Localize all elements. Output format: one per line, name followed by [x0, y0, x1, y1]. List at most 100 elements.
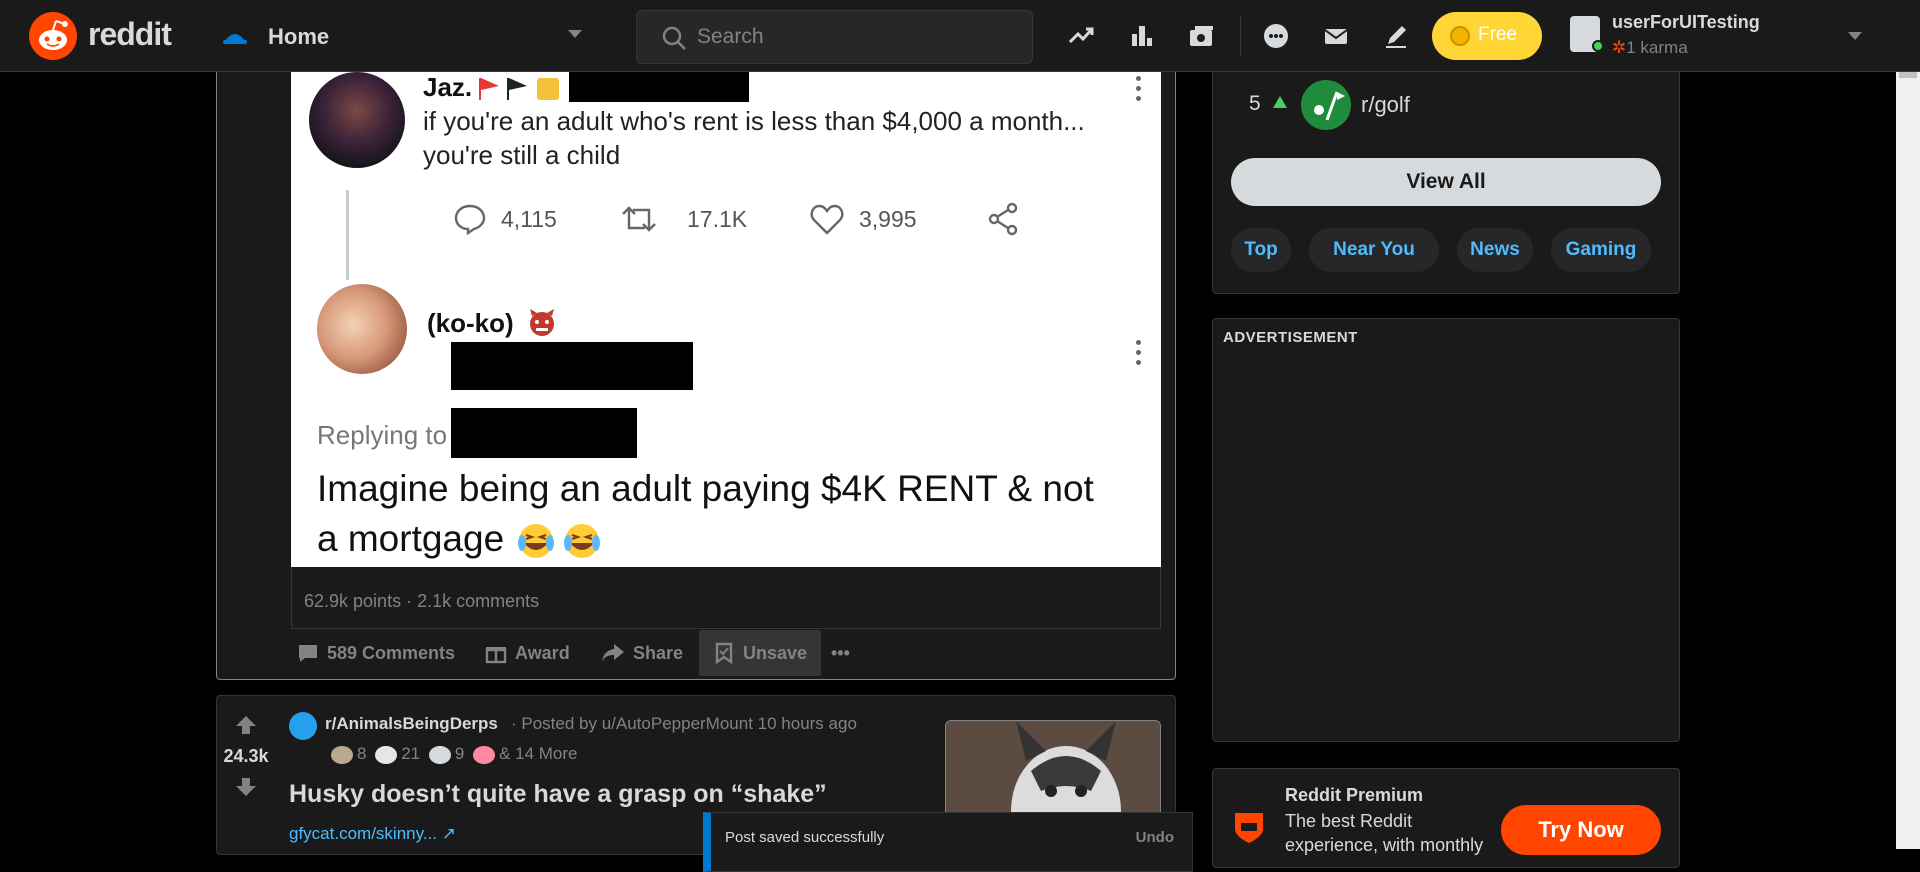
award-icon — [331, 745, 353, 764]
upvote-icon[interactable] — [235, 714, 257, 736]
more-icon: ••• — [831, 642, 850, 663]
subreddit-icon[interactable] — [289, 712, 317, 740]
tweet-text: you're still a child — [423, 140, 621, 170]
laughing-emoji-icon — [518, 524, 555, 559]
all-icon[interactable] — [1126, 20, 1158, 52]
chevron-down-icon — [1848, 32, 1862, 40]
chevron-down-icon — [568, 30, 582, 38]
reddit-logo-icon[interactable] — [29, 12, 77, 60]
tweet-author: Jaz. — [423, 72, 473, 102]
karma-label: 1 karma — [1626, 38, 1688, 57]
tweet-text: a mortgage — [317, 518, 505, 559]
post-card[interactable]: Jaz. if you're an adult who's rent is le… — [216, 60, 1176, 680]
tweet-avatar — [309, 72, 405, 168]
tweet-text-line2: a mortgage — [317, 518, 606, 561]
post-stats: 62.9k points · 2.1k comments — [291, 567, 1161, 629]
retweet-icon — [622, 206, 656, 232]
post-link[interactable]: gfycat.com/skinny... ↗ — [289, 824, 456, 844]
tweet-author: (ko-ko) — [427, 308, 514, 338]
search-icon — [662, 26, 686, 50]
downvote-icon[interactable] — [235, 776, 257, 798]
award-label: Award — [515, 642, 570, 663]
chip-gaming[interactable]: Gaming — [1551, 228, 1651, 272]
toast-notification: Post saved successfully Undo — [703, 812, 1193, 872]
vote-count: 24.3k — [223, 746, 269, 766]
view-all-button[interactable]: View All — [1231, 158, 1661, 206]
awards-row: 8 21 9 & 14 More — [327, 744, 578, 764]
post-meta: · Posted by u/AutoPepperMount 10 hours a… — [511, 714, 857, 733]
search-input[interactable] — [697, 23, 1017, 51]
rank-up-icon — [1273, 96, 1287, 108]
retweet-count: 17.1K — [687, 206, 748, 232]
chip-news[interactable]: News — [1457, 228, 1533, 272]
free-label: Free — [1478, 24, 1518, 45]
gift-icon — [485, 647, 507, 664]
popular-icon[interactable] — [1066, 20, 1098, 52]
thread-line — [346, 190, 349, 280]
community-link[interactable]: r/golf — [1361, 92, 1410, 118]
comment-icon — [299, 645, 317, 662]
scrollbar[interactable] — [1896, 0, 1920, 849]
unsave-label: Unsave — [743, 642, 808, 663]
award-count: 21 — [401, 744, 421, 763]
header-divider — [1240, 16, 1241, 56]
home-icon — [223, 34, 247, 44]
more-options-icon — [1136, 340, 1142, 370]
award-count: 9 — [454, 744, 465, 763]
ad-label: ADVERTISEMENT — [1223, 329, 1358, 346]
rpan-icon[interactable] — [1186, 20, 1218, 52]
share-label: Share — [633, 642, 684, 663]
trending-communities-card: 5 r/golf View All Top Near You News Gami… — [1212, 60, 1680, 294]
more-awards[interactable]: & 14 More — [499, 744, 577, 763]
bookmark-icon — [715, 642, 733, 664]
unsave-button[interactable]: Unsave — [699, 630, 822, 676]
inbox-icon[interactable] — [1320, 20, 1352, 52]
home-dropdown[interactable]: Home — [222, 20, 602, 52]
reply-icon — [454, 204, 486, 236]
shield-icon — [1235, 813, 1263, 843]
search-bar[interactable] — [636, 10, 1033, 64]
free-coins-button[interactable]: Free — [1432, 12, 1542, 60]
vote-column: 24.3k — [217, 696, 275, 854]
premium-card: Reddit Premium The best Reddit experienc… — [1212, 768, 1680, 868]
try-now-button[interactable]: Try Now — [1501, 805, 1661, 855]
redacted-handle — [569, 72, 749, 102]
laughing-emoji-icon — [564, 524, 601, 559]
replying-to-label: Replying to — [317, 420, 448, 450]
comments-label: 589 Comments — [327, 642, 456, 663]
username: userForUITesting — [1612, 12, 1760, 32]
karma-count: ✲1 karma — [1612, 38, 1688, 58]
flag-icons — [477, 76, 567, 100]
comments-button[interactable]: 589 Comments — [297, 630, 455, 676]
more-options-button[interactable]: ••• — [831, 630, 850, 676]
top-header: reddit Home Free userForUITesting ✲1 kar… — [0, 0, 1920, 72]
post-image[interactable]: Jaz. if you're an adult who's rent is le… — [291, 72, 1161, 567]
create-post-icon[interactable] — [1380, 20, 1412, 52]
redacted-handle — [451, 408, 637, 458]
award-button[interactable]: Award — [485, 630, 570, 676]
chip-near-you[interactable]: Near You — [1309, 228, 1439, 272]
coin-icon — [1450, 26, 1470, 46]
golf-icon[interactable] — [1301, 80, 1351, 130]
external-link-icon: ↗ — [441, 824, 456, 843]
more-options-icon — [1136, 76, 1142, 106]
advertisement-card: ADVERTISEMENT — [1212, 318, 1680, 742]
tweet-text: if you're an adult who's rent is less th… — [423, 106, 1085, 136]
award-icon — [473, 745, 496, 764]
home-label: Home — [268, 24, 330, 49]
user-menu[interactable]: userForUITesting ✲1 karma — [1570, 12, 1870, 60]
tweet-text: Imagine being an adult paying $4K RENT &… — [317, 468, 1094, 509]
link-text: gfycat.com/skinny... — [289, 824, 438, 843]
reddit-wordmark[interactable]: reddit — [88, 16, 172, 53]
chat-icon[interactable] — [1260, 20, 1292, 52]
subreddit-link[interactable]: r/AnimalsBeingDerps — [325, 714, 498, 734]
share-arrow-icon — [602, 644, 624, 662]
online-indicator — [1592, 40, 1604, 52]
award-icon — [428, 745, 451, 764]
chip-top[interactable]: Top — [1231, 228, 1291, 272]
like-icon — [810, 204, 844, 235]
post-title[interactable]: Husky doesn’t quite have a grasp on “sha… — [289, 780, 827, 809]
undo-button[interactable]: Undo — [1136, 829, 1174, 846]
share-button[interactable]: Share — [601, 630, 683, 676]
award-icon — [375, 745, 398, 764]
